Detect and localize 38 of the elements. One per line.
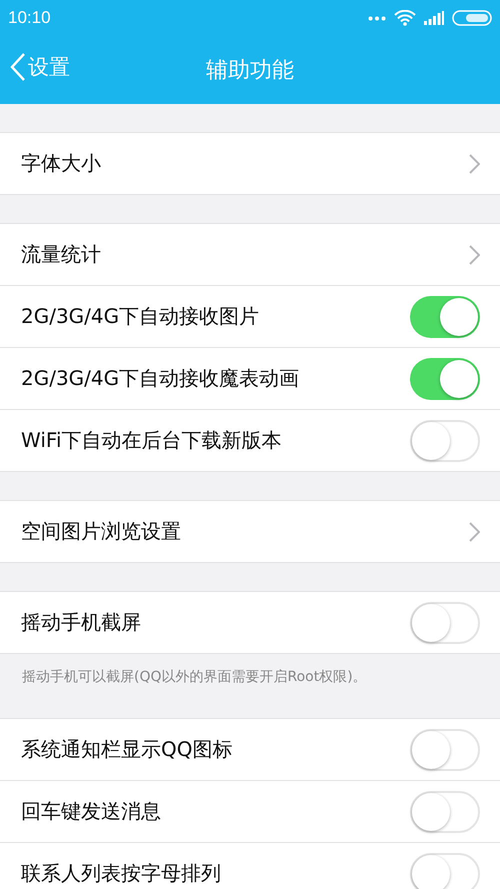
- status-time: 10:10: [8, 8, 51, 28]
- toggle-switch[interactable]: [410, 358, 480, 400]
- chevron-icon: [469, 154, 480, 174]
- settings-row[interactable]: 2G/3G/4G下自动接收魔表动画: [0, 347, 500, 409]
- settings-row[interactable]: 系统通知栏显示QQ图标: [0, 718, 500, 780]
- chevron-icon: [469, 244, 480, 264]
- settings-row[interactable]: 回车键发送消息: [0, 780, 500, 842]
- settings-row[interactable]: 字体大小: [0, 132, 500, 195]
- settings-row[interactable]: 2G/3G/4G下自动接收图片: [0, 285, 500, 347]
- row-label: 流量统计: [21, 241, 101, 268]
- settings-row[interactable]: 流量统计: [0, 223, 500, 285]
- hint-text: 摇动手机可以截屏(QQ以外的界面需要开启Root权限)。: [22, 669, 367, 685]
- row-label: WiFi下自动在后台下载新版本: [21, 427, 282, 454]
- row-label: 摇动手机截屏: [21, 609, 141, 636]
- row-label: 回车键发送消息: [21, 798, 161, 825]
- battery-icon: [452, 10, 492, 26]
- row-label: 空间图片浏览设置: [21, 518, 181, 545]
- row-label: 2G/3G/4G下自动接收图片: [21, 303, 260, 330]
- signal-icon: [424, 11, 444, 25]
- settings-row[interactable]: 空间图片浏览设置: [0, 500, 500, 563]
- more-icon: [368, 16, 386, 20]
- toggle-switch[interactable]: [410, 420, 480, 462]
- wifi-icon: [394, 10, 416, 26]
- row-label: 联系人列表按字母排列: [21, 860, 221, 887]
- settings-row[interactable]: WiFi下自动在后台下载新版本: [0, 409, 500, 472]
- page-title: 辅助功能: [206, 57, 294, 85]
- chevron-icon: [469, 522, 480, 542]
- row-label: 2G/3G/4G下自动接收魔表动画: [21, 365, 300, 392]
- toggle-switch[interactable]: [410, 852, 480, 889]
- toggle-switch[interactable]: [410, 790, 480, 832]
- settings-row[interactable]: 联系人列表按字母排列: [0, 842, 500, 889]
- row-label: 字体大小: [21, 150, 101, 177]
- back-chevron-icon: [10, 52, 26, 82]
- row-label: 系统通知栏显示QQ图标: [21, 736, 232, 763]
- toggle-switch[interactable]: [410, 296, 480, 338]
- toggle-switch[interactable]: [410, 602, 480, 644]
- settings-row[interactable]: 摇动手机截屏: [0, 591, 500, 654]
- toggle-switch[interactable]: [410, 728, 480, 770]
